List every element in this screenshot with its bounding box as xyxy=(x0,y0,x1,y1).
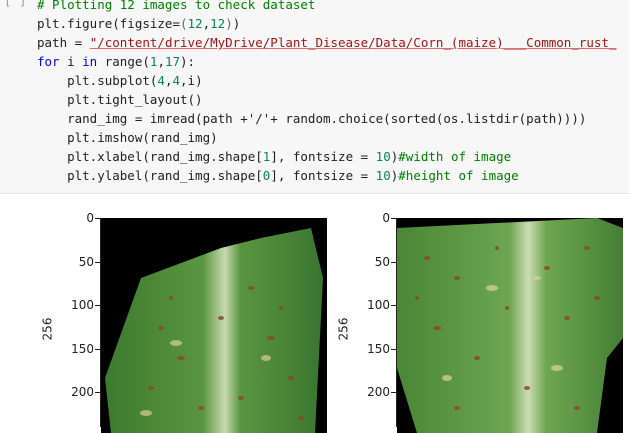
y-tick xyxy=(391,349,396,350)
code-line[interactable]: # Plotting 12 images to check dataset xyxy=(37,0,315,14)
code-line[interactable]: path = "/content/drive/MyDrive/Plant_Dis… xyxy=(37,33,616,52)
y-tick xyxy=(391,392,396,393)
y-tick xyxy=(95,392,100,393)
y-tick xyxy=(391,218,396,219)
y-tick-label: 150 xyxy=(71,342,94,356)
y-tick-label: 50 xyxy=(374,255,390,269)
y-tick xyxy=(95,349,100,350)
leaf-image xyxy=(397,218,623,433)
y-tick xyxy=(391,262,396,263)
y-tick-label: 200 xyxy=(71,385,94,399)
y-tick-label: 0 xyxy=(382,211,390,225)
y-tick xyxy=(95,262,100,263)
cell-run-prompt[interactable]: [ ] xyxy=(4,0,27,8)
code-line[interactable]: plt.figure(figsize=(12,12)) xyxy=(37,14,240,33)
code-line[interactable]: for i in range(1,17): xyxy=(37,52,195,71)
subplot-1: 256 0 50 100 150 200 xyxy=(40,194,340,433)
subplot-2: 256 0 50 100 150 200 xyxy=(336,194,629,433)
code-cell[interactable]: [ ] # Plotting 12 images to check datase… xyxy=(0,0,629,194)
y-axis-label: 256 xyxy=(40,317,55,341)
y-axis-label: 256 xyxy=(336,317,351,341)
y-tick-label: 100 xyxy=(367,298,390,312)
y-tick-label: 200 xyxy=(367,385,390,399)
code-line[interactable]: plt.tight_layout() xyxy=(37,90,202,109)
code-line[interactable]: plt.ylabel(rand_img.shape[0], fontsize =… xyxy=(37,166,519,185)
code-line[interactable]: rand_img = imread(path +'/'+ random.choi… xyxy=(37,109,586,128)
y-tick xyxy=(391,305,396,306)
y-tick-label: 0 xyxy=(86,211,94,225)
code-line[interactable]: plt.imshow(rand_img) xyxy=(37,128,218,147)
code-line[interactable]: plt.xlabel(rand_img.shape[1], fontsize =… xyxy=(37,147,511,166)
y-tick-label: 50 xyxy=(78,255,94,269)
y-tick-label: 100 xyxy=(71,298,94,312)
code-line[interactable]: plt.subplot(4,4,i) xyxy=(37,71,203,90)
y-tick xyxy=(95,305,100,306)
y-tick-label: 150 xyxy=(367,342,390,356)
cell-output: 256 0 50 100 150 200 256 0 50 100 150 20… xyxy=(0,194,629,433)
y-tick xyxy=(95,218,100,219)
leaf-image xyxy=(101,218,327,433)
